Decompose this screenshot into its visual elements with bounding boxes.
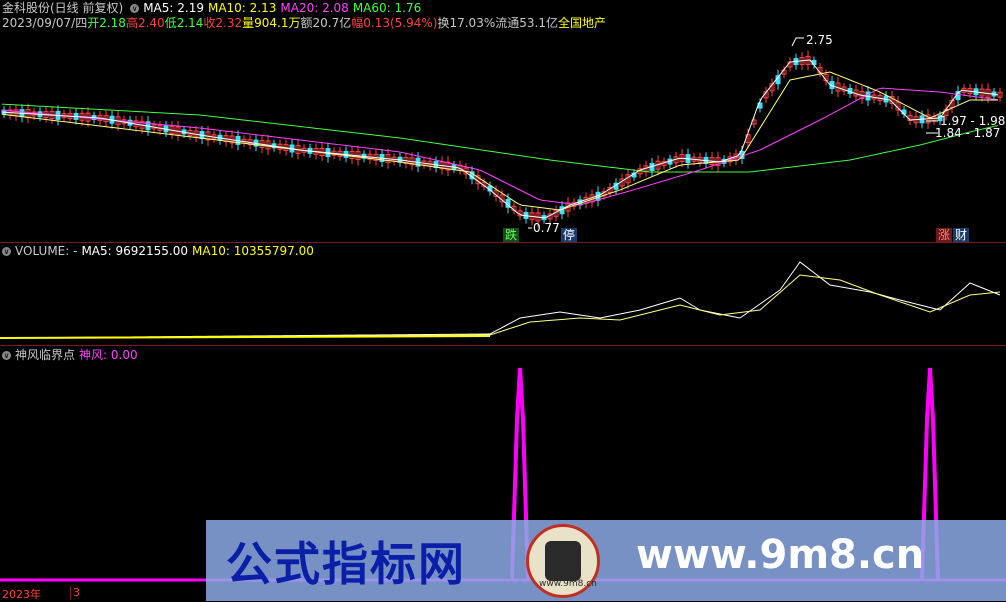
axis-tick	[70, 586, 71, 600]
watermark-banner: 公式指标网 www.9m8.cn www.9m8.cn	[206, 520, 1006, 601]
high-marker	[791, 37, 804, 47]
watermark-left-text: 公式指标网	[226, 537, 466, 591]
ma20-line	[1, 87, 999, 206]
volume-header: ∨ VOLUME: - MA5: 9692155.00 MA10: 10355797.…	[2, 243, 318, 259]
event-tag-cai[interactable]: 财	[953, 228, 970, 242]
ma5-line	[1, 59, 999, 219]
watermark-logo-icon: www.9m8.cn	[526, 524, 600, 598]
volume-ma5-line	[0, 261, 1001, 339]
logo-emblem-icon	[545, 541, 581, 581]
low-price-label: 0.77	[533, 221, 560, 235]
collapse-icon[interactable]: ∨	[2, 351, 11, 360]
axis-year-label: 2023年	[2, 588, 41, 601]
volume-title: VOLUME: -	[15, 244, 78, 258]
panel-divider-2	[0, 345, 1006, 346]
indicator-title: 神风临界点	[15, 348, 76, 362]
ma60-line	[1, 103, 999, 173]
watermark-right-text: www.9m8.cn	[636, 532, 925, 578]
collapse-icon[interactable]: ∨	[2, 247, 11, 256]
indicator-header: ∨ 神风临界点 神风: 0.00	[2, 347, 142, 363]
event-tag-ting[interactable]: 停	[561, 228, 578, 242]
volume-baseline	[0, 335, 491, 339]
chart-canvas[interactable]	[0, 0, 1006, 601]
event-tag-zhang[interactable]: 涨	[936, 228, 953, 242]
volume-ma10-label: MA10: 10355797.00	[192, 244, 314, 258]
event-tag-die[interactable]: 跌	[503, 228, 520, 242]
range2-label: 1.84 - 1.87	[935, 126, 1001, 140]
axis-month-label: 3	[73, 586, 80, 599]
high-price-label: 2.75	[806, 33, 833, 47]
watermark-logo-sub: www.9m8.cn	[539, 579, 597, 589]
volume-ma5-label: MA5: 9692155.00	[81, 244, 189, 258]
indicator-value: 神风: 0.00	[79, 348, 138, 362]
